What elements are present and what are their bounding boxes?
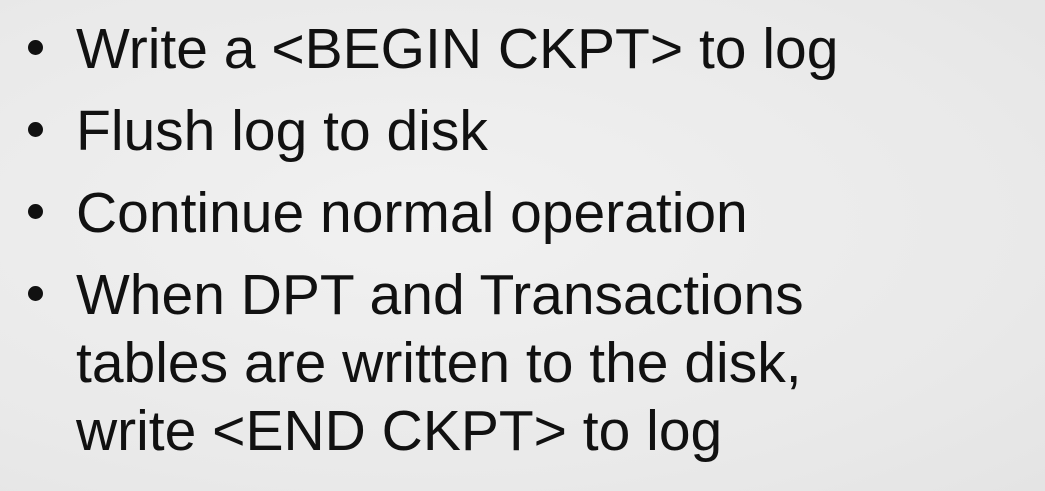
bullet-dot-icon	[28, 286, 43, 301]
bullet-text-line-2: tables are written to the disk,	[76, 331, 802, 395]
bullet-list: Write a <BEGIN CKPT> to log Flush log to…	[0, 15, 1045, 465]
slide: Write a <BEGIN CKPT> to log Flush log to…	[0, 0, 1045, 491]
bullet-item-continue-operation: Continue normal operation	[0, 179, 1045, 247]
bullet-text: Flush log to disk	[76, 99, 488, 163]
bullet-dot-icon	[28, 122, 43, 137]
bullet-text-line-3: write <END CKPT> to log	[76, 399, 723, 463]
bullet-item-write-begin-ckpt: Write a <BEGIN CKPT> to log	[0, 15, 1045, 83]
bullet-dot-icon	[28, 204, 43, 219]
bullet-text: Continue normal operation	[76, 181, 748, 245]
bullet-text: Write a <BEGIN CKPT> to log	[76, 17, 839, 81]
bullet-item-flush-log: Flush log to disk	[0, 97, 1045, 165]
bullet-item-write-end-ckpt: When DPT and Transactions tables are wri…	[0, 261, 1045, 465]
bullet-dot-icon	[28, 40, 43, 55]
bullet-text-line-1: When DPT and Transactions	[76, 263, 804, 327]
